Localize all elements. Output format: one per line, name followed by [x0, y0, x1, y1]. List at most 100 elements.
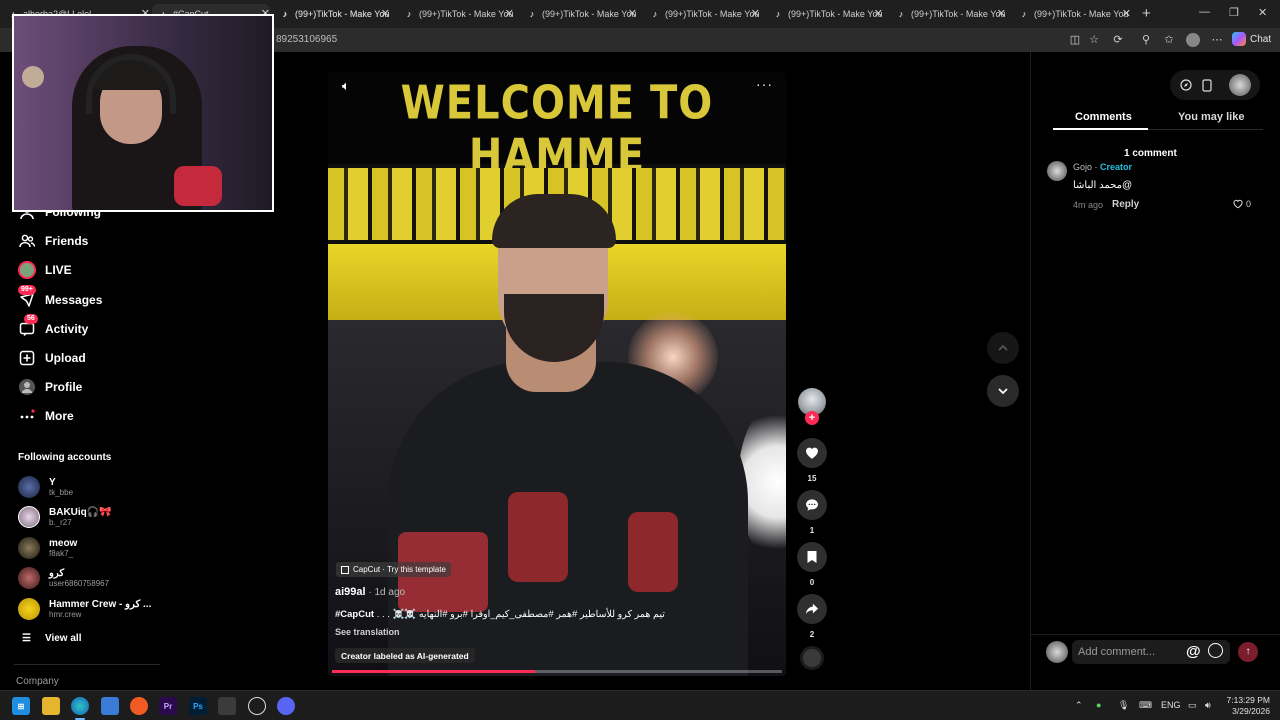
edge-browser-icon[interactable] [71, 697, 89, 715]
profile-avatar-icon[interactable] [1186, 33, 1200, 47]
tab-close-icon[interactable]: ✕ [628, 7, 637, 20]
music-disc-icon[interactable] [800, 646, 824, 670]
sidebar-item-label: Activity [45, 322, 89, 336]
next-video-button[interactable] [987, 375, 1019, 407]
activity-badge: 56 [24, 314, 38, 324]
tab-favicon-icon: ♪ [406, 9, 412, 19]
video-author[interactable]: ai99al · 1d ago [335, 586, 405, 598]
browser-tab[interactable]: ♪ (99+)TikTok - Make You ✕ [280, 4, 390, 24]
favorite-star-icon[interactable]: ☆ [1087, 33, 1101, 47]
comment-author[interactable]: Gojo · Creator [1073, 162, 1132, 172]
send-comment-button[interactable]: ↑ [1238, 642, 1258, 662]
tab-close-icon[interactable]: ✕ [505, 7, 514, 20]
comment-avatar[interactable] [1047, 161, 1067, 181]
refresh-extension-icon[interactable]: ⟳ [1111, 33, 1125, 47]
comment-input[interactable] [1078, 644, 1178, 660]
following-account[interactable]: BAKUiq🎧🎀 b._r27 [18, 504, 112, 530]
reply-button[interactable]: Reply [1112, 199, 1139, 210]
chat-button[interactable]: Chat [1232, 32, 1271, 46]
account-handle: user6860758967 [49, 578, 110, 588]
sidebar-item-activity[interactable]: 56 Activity [18, 314, 89, 340]
photoshop-icon[interactable]: Ps [189, 697, 207, 715]
video-more-icon[interactable]: ··· [756, 76, 773, 92]
favorites-icon[interactable]: ✩ [1162, 33, 1176, 47]
extensions-icon[interactable]: ⚲ [1139, 33, 1153, 47]
url-text[interactable]: 89253106965 [276, 34, 337, 45]
comment-like-button[interactable]: 0 [1233, 199, 1251, 209]
emoji-icon[interactable] [1208, 643, 1223, 658]
following-account[interactable]: meow f8ak7_ [18, 535, 77, 561]
following-accounts-title: Following accounts [18, 452, 112, 463]
discord-icon[interactable] [277, 697, 295, 715]
sidebar-item-friends[interactable]: Friends [18, 230, 88, 252]
language-indicator[interactable]: ENG [1161, 700, 1181, 710]
view-all-button[interactable]: ☰ View all [22, 633, 81, 644]
following-account[interactable]: كرو user6860758967 [18, 565, 109, 591]
following-account[interactable]: Hammer Crew - كرو ... hmr.crew [18, 596, 151, 622]
sidebar-item-messages[interactable]: 99+ Messages [18, 285, 102, 311]
follow-plus-icon[interactable]: + [805, 411, 819, 425]
premiere-pro-icon[interactable]: Pr [159, 697, 177, 715]
sidebar-item-upload[interactable]: Upload [18, 347, 86, 369]
network-icon[interactable]: ▭ [1188, 700, 1197, 711]
tab-close-icon[interactable]: ✕ [874, 7, 883, 20]
tab-title: (99+)TikTok - Make You [542, 9, 637, 19]
caption-hashtag[interactable]: #CapCut [335, 609, 374, 620]
obs-icon[interactable] [248, 697, 266, 715]
tab-close-icon[interactable]: ✕ [751, 7, 760, 20]
volume-tray-icon[interactable]: 🔊︎ [1205, 700, 1211, 711]
tray-app-icon[interactable]: ● [1096, 700, 1101, 710]
sidebar-item-label: More [45, 409, 74, 423]
microphone-tray-icon[interactable]: 🎙︎ [1118, 700, 1129, 711]
restore-icon[interactable]: ❐ [1229, 6, 1239, 19]
settings-more-icon[interactable]: ⋯ [1210, 33, 1224, 47]
browser-tab[interactable]: ♪ (99+)TikTok - Make You ✕ [773, 4, 883, 24]
share-button[interactable] [797, 594, 827, 624]
capcut-template-badge[interactable]: CapCut · Try this template [336, 562, 451, 577]
sidebar-item-live[interactable]: LIVE [18, 259, 72, 281]
tab-you-may-like[interactable]: You may like [1178, 111, 1244, 123]
mention-icon[interactable]: @ [1186, 643, 1201, 660]
file-explorer-icon[interactable] [42, 697, 60, 715]
browser-tab[interactable]: ♪ (99+)TikTok - Make You ✕ [896, 4, 1006, 24]
like-button[interactable] [797, 438, 827, 468]
see-translation-link[interactable]: See translation [335, 627, 400, 637]
sidebar-item-profile[interactable]: Profile [18, 376, 82, 398]
device-icon[interactable] [1200, 78, 1214, 92]
following-account[interactable]: Ytk_bbe [18, 474, 73, 500]
video-player[interactable]: WELCOME TO HAMME 🔈︎ ··· CapCut · Try thi… [328, 72, 786, 676]
brave-browser-icon[interactable] [130, 697, 148, 715]
new-tab-icon[interactable]: + [1142, 5, 1151, 22]
browser-tab[interactable]: ♪ (99+)TikTok - Make You ✕ [1019, 4, 1131, 24]
avatar [18, 567, 40, 589]
close-window-icon[interactable]: ✕ [1258, 6, 1267, 19]
comment-button[interactable] [797, 490, 827, 520]
account-handle: hmr.crew [49, 609, 82, 619]
tab-close-icon[interactable]: ✕ [381, 7, 390, 20]
browser-tab[interactable]: ♪ (99+)TikTok - Make You ✕ [527, 4, 637, 24]
microphone-icon [174, 166, 222, 206]
system-clock[interactable]: 7:13:29 PM 3/29/2026 [1222, 695, 1270, 717]
tray-overflow-icon[interactable]: ⌃ [1075, 700, 1083, 711]
app-icon[interactable] [218, 697, 236, 715]
browser-tab[interactable]: ♪ (99+)TikTok - Make You ✕ [404, 4, 514, 24]
previous-video-button[interactable] [987, 332, 1019, 364]
compass-icon[interactable] [1179, 78, 1193, 92]
user-avatar[interactable] [1229, 74, 1251, 96]
tab-close-icon[interactable]: ✕ [997, 7, 1006, 20]
split-screen-icon[interactable]: ◫ [1068, 33, 1082, 47]
sidebar-item-more[interactable]: More [18, 405, 74, 427]
keyboard-icon[interactable]: ⌨ [1139, 700, 1152, 711]
tab-comments[interactable]: Comments [1075, 111, 1132, 123]
save-button[interactable] [797, 542, 827, 572]
comment-like-count: 0 [1246, 199, 1252, 209]
browser-tab[interactable]: ♪ (99+)TikTok - Make You ✕ [650, 4, 760, 24]
minimize-icon[interactable]: — [1199, 6, 1210, 18]
windows-start-icon[interactable]: ⊞ [12, 697, 30, 715]
company-link[interactable]: Company [16, 676, 59, 687]
store-icon[interactable] [101, 697, 119, 715]
tab-close-icon[interactable]: ✕ [1122, 7, 1131, 20]
volume-icon[interactable]: 🔈︎ [342, 78, 350, 94]
account-name: Hammer Crew - كرو ... [49, 598, 152, 610]
chevron-up-icon [998, 344, 1008, 351]
